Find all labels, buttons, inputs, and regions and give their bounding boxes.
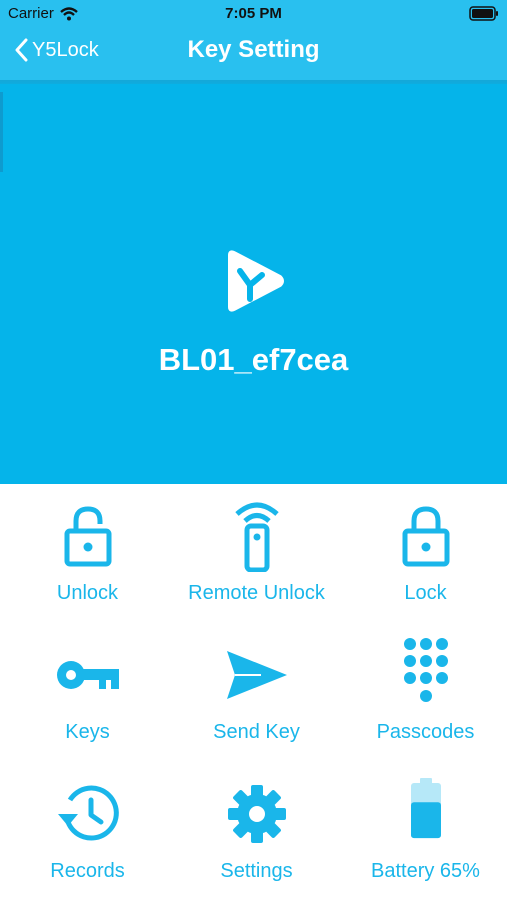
passcodes-button[interactable]: Passcodes	[341, 623, 507, 762]
history-icon	[57, 785, 119, 841]
keys-button[interactable]: Keys	[3, 623, 172, 762]
keypad-icon	[403, 638, 448, 702]
device-name: BL01_ef7cea	[158, 342, 349, 377]
keys-label: Keys	[65, 721, 110, 743]
edge-shade	[0, 92, 3, 172]
lock-button[interactable]: Lock	[341, 484, 507, 623]
send-icon	[226, 651, 287, 699]
records-button[interactable]: Records	[3, 762, 172, 900]
send-key-label: Send Key	[213, 721, 300, 743]
lock-icon	[402, 506, 449, 567]
settings-button[interactable]: Settings	[172, 762, 341, 900]
battery-status[interactable]: Battery 65%	[341, 762, 507, 900]
battery-icon	[410, 778, 441, 839]
key-icon	[56, 661, 119, 689]
key-setting-screen: Carrier 7:05 PM Y5Lock Key Setting BL01_…	[0, 0, 507, 900]
unlock-label: Unlock	[56, 582, 119, 604]
battery-label: Battery 65%	[371, 860, 480, 882]
page-title: Key Setting	[187, 36, 320, 63]
records-label: Records	[50, 860, 125, 882]
status-battery-icon	[469, 6, 499, 25]
battery-level-fill	[410, 802, 441, 839]
lock-label: Lock	[404, 582, 447, 604]
settings-label: Settings	[220, 860, 293, 882]
send-key-button[interactable]: Send Key	[172, 623, 341, 762]
unlock-button[interactable]: Unlock	[3, 484, 172, 623]
status-bar: Carrier 7:05 PM	[0, 0, 507, 28]
status-time: 7:05 PM	[225, 5, 282, 22]
passcodes-label: Passcodes	[376, 721, 475, 743]
unlock-icon	[64, 506, 111, 567]
brand-logo-icon	[228, 250, 284, 312]
action-grid: Unlock Remote Unlock Lock Keys Send Key …	[0, 484, 507, 900]
device-header: BL01_ef7cea	[0, 84, 507, 484]
remote-unlock-button[interactable]: Remote Unlock	[172, 484, 341, 623]
remote-icon	[234, 502, 279, 572]
gear-icon	[227, 785, 286, 843]
remote-unlock-label: Remote Unlock	[188, 582, 325, 604]
navigation-bar: Y5Lock Key Setting	[0, 28, 507, 80]
